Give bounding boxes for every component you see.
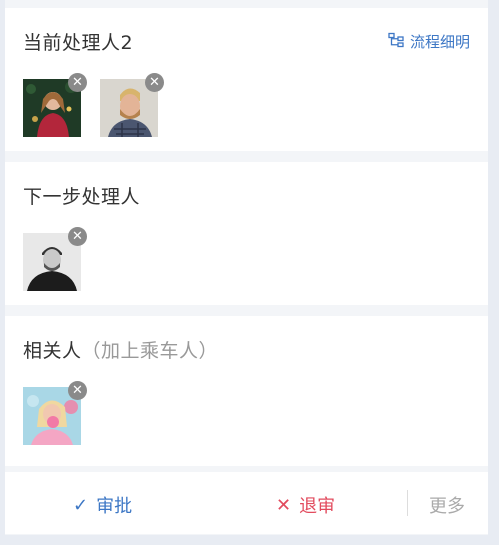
approve-label: 审批: [96, 496, 133, 517]
close-icon: ✕: [276, 494, 292, 516]
remove-avatar-man-bw[interactable]: ✕: [68, 227, 87, 246]
reject-label: 退审: [299, 496, 336, 517]
related-persons-note: （加上乘车人）: [81, 340, 219, 362]
divider: [407, 490, 408, 516]
current-handlers-title: 当前处理人2: [23, 32, 134, 54]
remove-avatar-woman-christmas[interactable]: ✕: [68, 73, 87, 92]
next-handlers-title: 下一步处理人: [23, 186, 141, 208]
reject-button[interactable]: ✕ 退审: [276, 492, 335, 518]
remove-avatar-man-beard[interactable]: ✕: [145, 73, 164, 92]
remove-avatar-girl-pink[interactable]: ✕: [68, 381, 87, 400]
current-handlers-section: 当前处理人2 流程细明 ✕ ✕: [5, 8, 488, 151]
action-bar: ✓ 审批 ✕ 退审 更多: [5, 472, 488, 534]
flow-chart-icon: [388, 32, 404, 52]
approve-button[interactable]: ✓ 审批: [73, 492, 132, 518]
related-persons-section: 相关人（加上乘车人） ✕: [5, 316, 488, 466]
flow-detail-label: 流程细明: [409, 33, 470, 51]
check-icon: ✓: [73, 494, 89, 516]
approval-panel: 当前处理人2 流程细明 ✕ ✕ 下一步处理人 ✕ 相关人（加上乘车人） ✕ ✓ …: [5, 0, 488, 535]
related-persons-label: 相关人: [23, 340, 82, 362]
flow-detail-link[interactable]: 流程细明: [388, 31, 470, 52]
related-persons-title: 相关人（加上乘车人）: [23, 336, 218, 363]
next-handlers-section: 下一步处理人 ✕: [5, 162, 488, 305]
more-button[interactable]: 更多: [429, 492, 465, 518]
